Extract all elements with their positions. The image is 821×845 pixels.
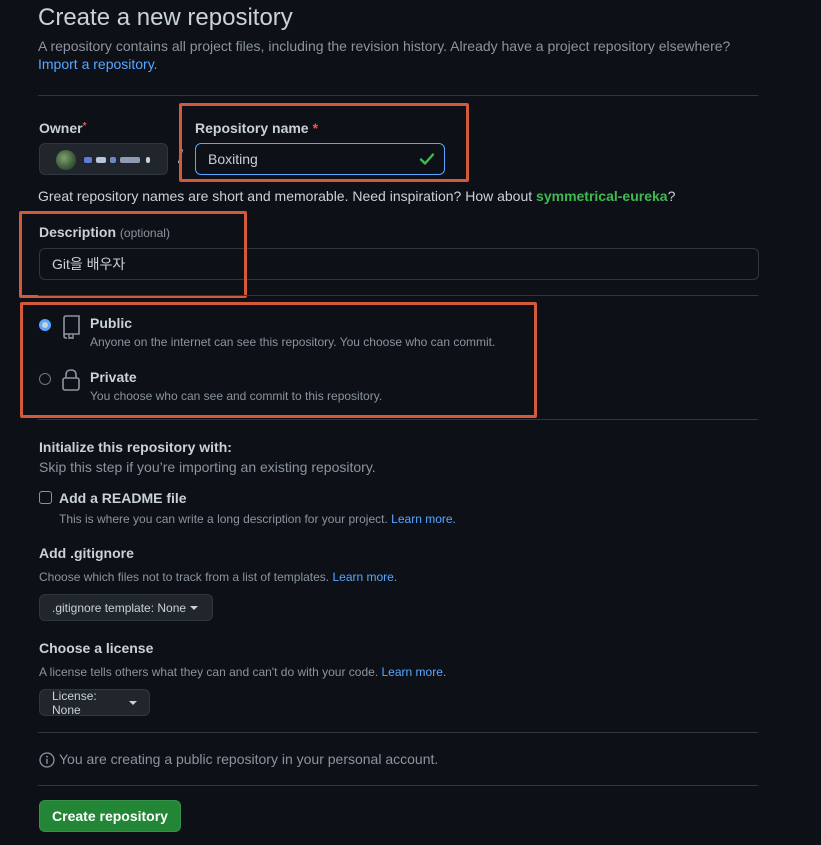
annotation-box-description bbox=[19, 211, 247, 298]
gitignore-title: Add .gitignore bbox=[39, 545, 134, 561]
license-learn-more-link[interactable]: Learn more. bbox=[382, 665, 447, 679]
caret-down-icon bbox=[129, 700, 137, 705]
readme-label[interactable]: Add a README file bbox=[59, 490, 187, 506]
readme-checkbox[interactable] bbox=[39, 491, 52, 504]
blurred-username bbox=[120, 157, 140, 163]
readme-learn-more-link[interactable]: Learn more. bbox=[391, 512, 456, 526]
page-title: Create a new repository bbox=[38, 4, 293, 31]
divider bbox=[38, 95, 758, 96]
suggested-name-link[interactable]: symmetrical-eureka bbox=[536, 188, 668, 204]
owner-select-button[interactable] bbox=[39, 143, 168, 175]
subtitle-text: A repository contains all project files,… bbox=[38, 38, 731, 54]
divider bbox=[38, 785, 758, 786]
import-repository-link[interactable]: Import a repository. bbox=[38, 56, 158, 72]
repository-name-suggestion: Great repository names are short and mem… bbox=[38, 188, 675, 204]
license-dropdown-label: License: None bbox=[52, 688, 97, 717]
page-subtitle: A repository contains all project files,… bbox=[38, 38, 730, 75]
required-mark: * bbox=[82, 121, 87, 132]
public-notice: You are creating a public repository in … bbox=[59, 751, 439, 767]
gitignore-template-dropdown[interactable]: .gitignore template: None bbox=[39, 594, 213, 621]
readme-description: This is where you can write a long descr… bbox=[59, 512, 456, 526]
blurred-username bbox=[96, 157, 106, 163]
owner-label: Owner* bbox=[39, 120, 86, 136]
divider bbox=[38, 419, 758, 420]
avatar bbox=[56, 150, 76, 170]
annotation-box-repository-name bbox=[179, 103, 469, 182]
suggestion-end: ? bbox=[667, 188, 676, 204]
initialize-subtitle: Skip this step if you’re importing an ex… bbox=[39, 459, 376, 475]
info-icon bbox=[39, 752, 55, 773]
blurred-username bbox=[110, 157, 116, 163]
license-title: Choose a license bbox=[39, 640, 154, 656]
owner-label-text: Owner bbox=[39, 120, 83, 136]
initialize-title: Initialize this repository with: bbox=[39, 439, 232, 455]
blurred-username bbox=[84, 157, 92, 163]
create-repository-button[interactable]: Create repository bbox=[39, 800, 181, 832]
divider bbox=[38, 295, 758, 296]
caret-down-icon bbox=[190, 605, 199, 610]
license-description-text: A license tells others what they can and… bbox=[39, 665, 379, 679]
suggestion-text: Great repository names are short and mem… bbox=[38, 188, 533, 204]
annotation-box-visibility bbox=[20, 302, 537, 418]
gitignore-description: Choose which files not to track from a l… bbox=[39, 570, 397, 584]
gitignore-dropdown-label: .gitignore template: None bbox=[52, 600, 187, 615]
blurred-username bbox=[146, 157, 150, 163]
gitignore-description-text: Choose which files not to track from a l… bbox=[39, 570, 330, 584]
license-description: A license tells others what they can and… bbox=[39, 665, 446, 679]
divider bbox=[38, 732, 758, 733]
gitignore-learn-more-link[interactable]: Learn more. bbox=[332, 570, 397, 584]
license-dropdown[interactable]: License: None bbox=[39, 688, 150, 717]
readme-description-text: This is where you can write a long descr… bbox=[59, 512, 388, 526]
